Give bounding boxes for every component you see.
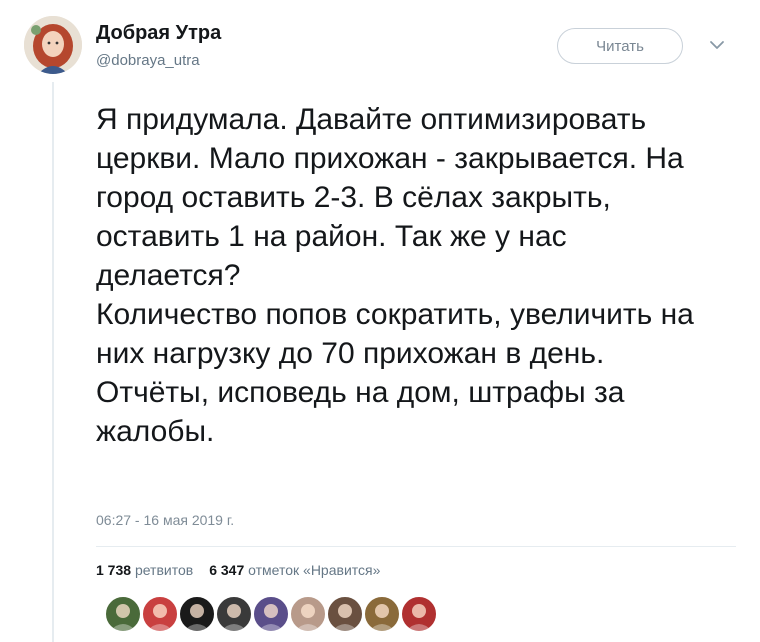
retweets-stat[interactable]: 1 738 ретвитов	[96, 562, 193, 578]
thread-line	[52, 82, 54, 642]
liker-avatar-3[interactable]	[178, 595, 216, 633]
retweets-label: ретвитов	[134, 562, 194, 578]
tweet-paragraph-1: Я придумала. Давайте оптимизировать церк…	[96, 103, 684, 292]
profile-avatar[interactable]	[24, 16, 82, 74]
user-handle[interactable]: @dobraya_utra	[96, 52, 200, 69]
liker-avatar-6[interactable]	[289, 595, 327, 633]
liker-avatar-5[interactable]	[252, 595, 290, 633]
tweet-timestamp[interactable]: 06:27 - 16 мая 2019 г.	[96, 512, 234, 528]
display-name[interactable]: Добрая Утра	[96, 22, 221, 45]
liker-avatar-2[interactable]	[141, 595, 179, 633]
likes-label: отметок «Нравится»	[248, 562, 381, 578]
retweets-count: 1 738	[96, 562, 132, 578]
tweet-header: Добрая Утра @dobraya_utra Читать	[0, 0, 760, 90]
divider	[96, 546, 736, 547]
follow-button[interactable]: Читать	[557, 28, 683, 64]
tweet-text: Я придумала. Давайте оптимизировать церк…	[96, 100, 716, 451]
likes-count: 6 347	[209, 562, 245, 578]
liker-avatar-9[interactable]	[400, 595, 438, 633]
avatar-illustration-icon	[24, 16, 82, 74]
tweet-paragraph-2: Количество попов сократить, увеличить на…	[96, 298, 694, 448]
tweet-stats: 1 738 ретвитов 6 347 отметок «Нравится»	[96, 562, 380, 578]
liker-avatar-1[interactable]	[104, 595, 142, 633]
likes-stat[interactable]: 6 347 отметок «Нравится»	[209, 562, 380, 578]
liker-avatar-7[interactable]	[326, 595, 364, 633]
liker-avatar-8[interactable]	[363, 595, 401, 633]
liker-avatar-4[interactable]	[215, 595, 253, 633]
chevron-down-icon[interactable]	[708, 36, 726, 54]
